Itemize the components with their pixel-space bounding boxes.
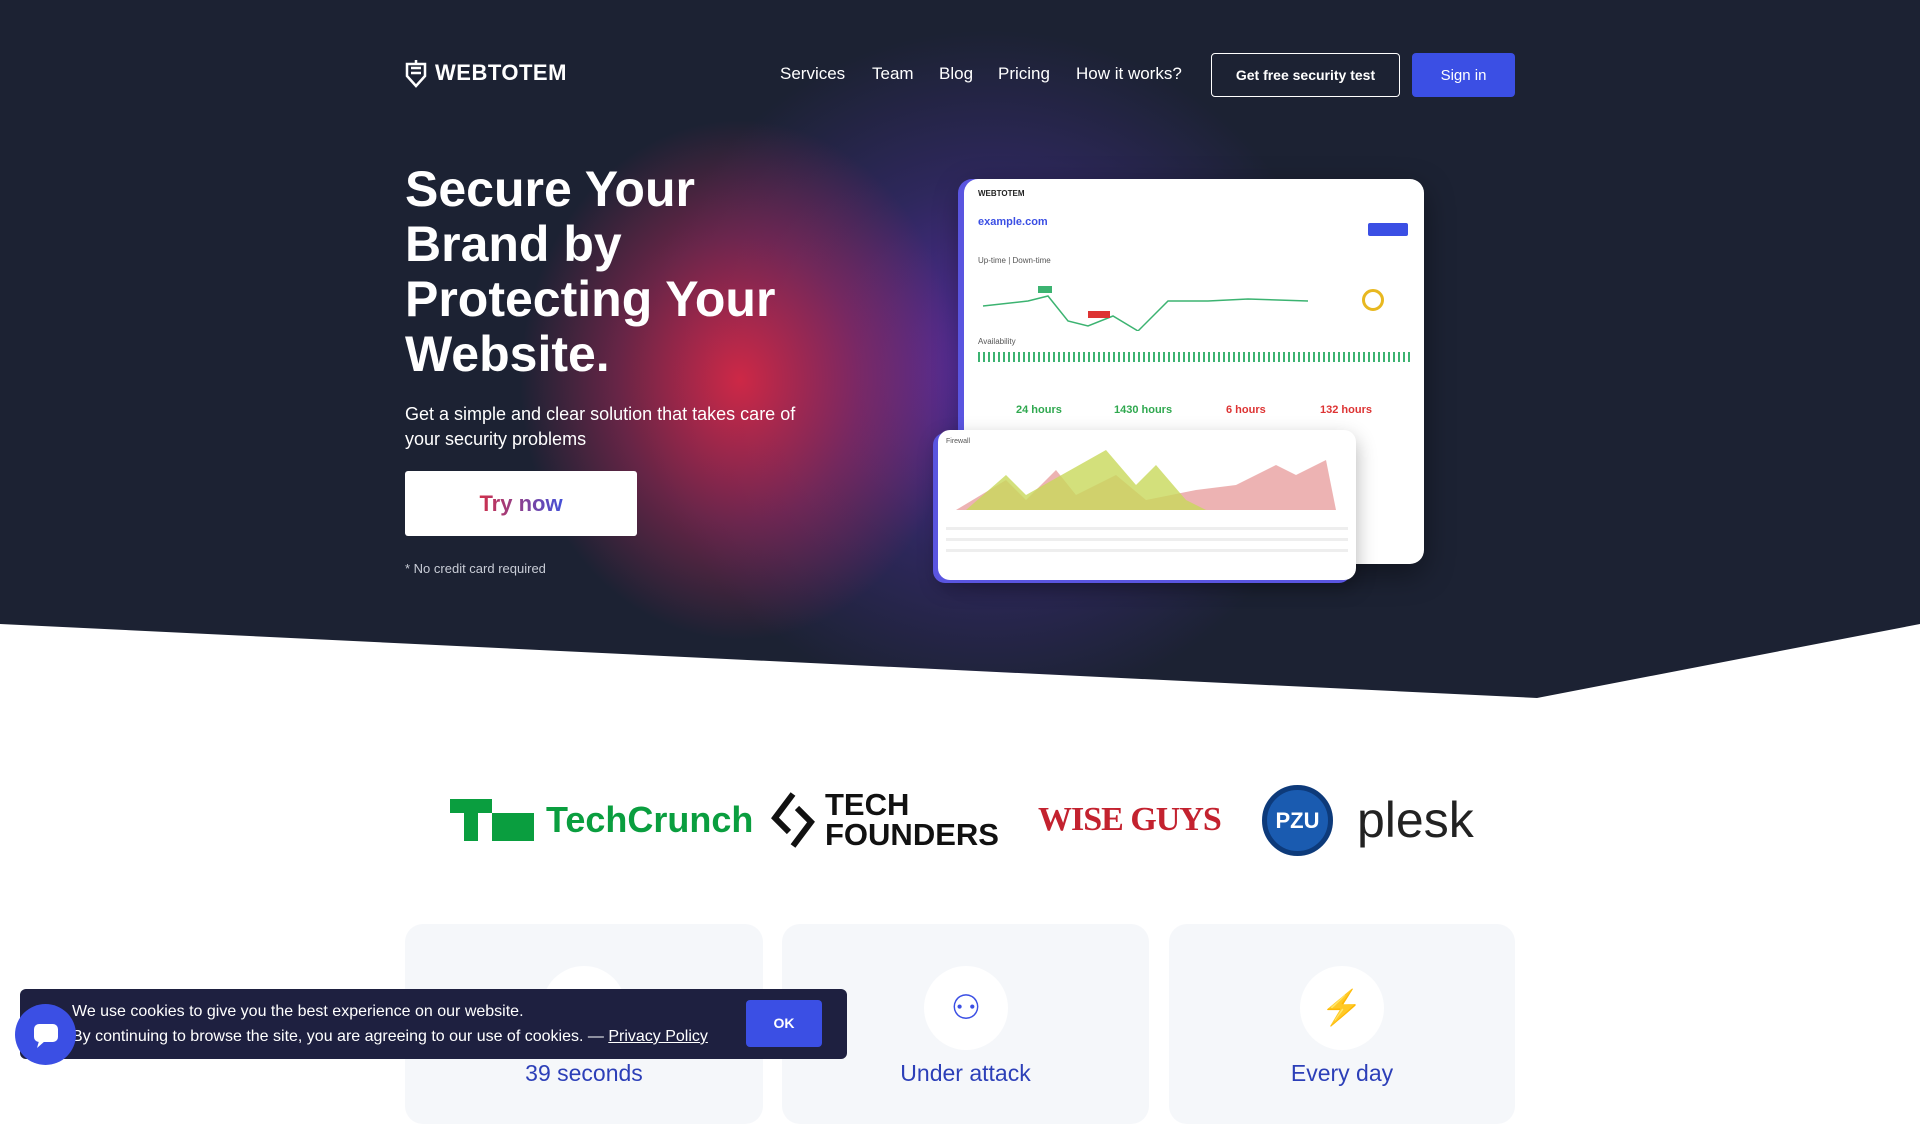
no-credit-card-note: * No credit card required xyxy=(405,561,546,576)
techcrunch-logo: TechCrunch xyxy=(450,785,753,855)
firewall-preview: Firewall xyxy=(938,430,1356,580)
stat-uptime: 24 hours xyxy=(1016,404,1062,416)
uptime-label: Up-time | Down-time xyxy=(978,256,1051,265)
feature-title: Every day xyxy=(1290,1060,1394,1086)
lightning-icon: ⚡ xyxy=(1300,966,1384,1050)
wise-guys-logo: WISE GUYS xyxy=(1038,785,1222,855)
status-gauge xyxy=(1362,289,1384,311)
firewall-label: Firewall xyxy=(946,438,971,445)
nav-services[interactable]: Services xyxy=(780,64,845,84)
shield-logo-icon xyxy=(405,60,427,88)
heads-signal-icon: ⚇ xyxy=(924,966,1008,1050)
pzu-logo: PZU xyxy=(1262,785,1333,856)
availability-bar xyxy=(978,352,1410,362)
try-now-button[interactable]: Try now xyxy=(405,471,637,536)
nav-pricing[interactable]: Pricing xyxy=(998,64,1050,84)
hero-title: Secure Your Brand by Protecting Your Web… xyxy=(405,161,776,382)
cookie-text: By continuing to browse the site, you ar… xyxy=(72,1028,609,1045)
cookie-text: We use cookies to give you the best expe… xyxy=(72,1003,524,1020)
hero-section xyxy=(0,0,1920,698)
chat-bubble-icon xyxy=(33,1023,58,1048)
hero-subtitle: Get a simple and clear solution that tak… xyxy=(405,404,796,449)
nav-team[interactable]: Team xyxy=(872,64,914,84)
feature-title: 39 seconds xyxy=(525,1060,643,1086)
sign-in-button[interactable]: Sign in xyxy=(1412,53,1515,97)
try-now-label: Try now xyxy=(479,490,563,516)
logo[interactable]: WEBTOTEM xyxy=(405,58,567,88)
partner-logos: TechCrunch TECH FOUNDERS WISE GUYS PZU p… xyxy=(0,785,1920,856)
dashboard-button xyxy=(1368,223,1408,236)
plesk-logo: plesk xyxy=(1357,792,1474,848)
nav-blog[interactable]: Blog xyxy=(939,64,973,84)
dashboard-logo: WEBTOTEM xyxy=(978,189,1025,198)
cookie-ok-button[interactable]: OK xyxy=(746,1000,822,1047)
firewall-chart xyxy=(956,450,1336,510)
wise-guys-text: WISE GUYS xyxy=(1038,801,1222,838)
logo-text: WEBTOTEM xyxy=(435,60,567,85)
stat-total-downtime: 132 hours xyxy=(1320,404,1372,416)
nav-how-it-works[interactable]: How it works? xyxy=(1076,64,1182,84)
chat-button[interactable] xyxy=(15,1004,76,1065)
free-security-test-button[interactable]: Get free security test xyxy=(1211,53,1400,97)
tech-founders-logo: TECH FOUNDERS xyxy=(771,785,999,855)
cookie-banner: We use cookies to give you the best expe… xyxy=(20,989,847,1059)
stat-downtime: 6 hours xyxy=(1226,404,1266,416)
tech-founders-mark-icon xyxy=(771,792,815,848)
techcrunch-text: TechCrunch xyxy=(546,799,754,840)
uptime-chart xyxy=(982,286,1309,332)
feature-title: Under attack xyxy=(900,1060,1031,1086)
techcrunch-mark-icon xyxy=(450,799,534,841)
stat-total-uptime: 1430 hours xyxy=(1114,404,1173,416)
dashboard-domain: example.com xyxy=(978,216,1048,228)
availability-label: Availability xyxy=(978,337,1016,346)
tech-founders-text: TECH FOUNDERS xyxy=(825,787,999,852)
privacy-policy-link[interactable]: Privacy Policy xyxy=(608,1028,708,1045)
